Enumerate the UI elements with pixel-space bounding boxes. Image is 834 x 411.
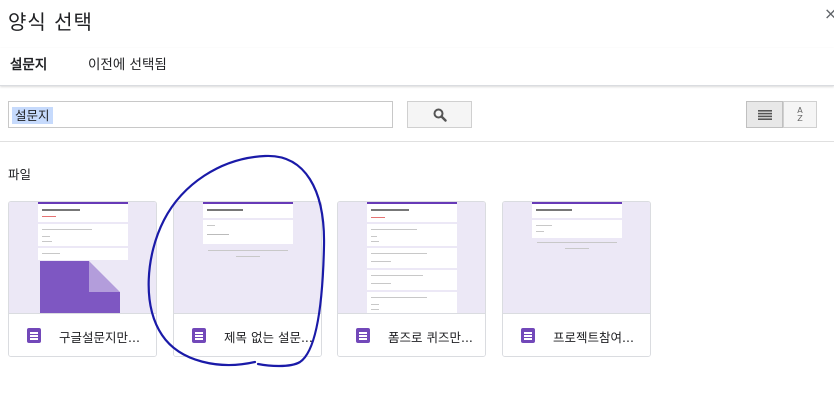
search-input[interactable]: 설문지	[8, 101, 393, 128]
file-card[interactable]: 제목 없는 설문...	[173, 201, 322, 357]
tab-surveys[interactable]: 설문지	[10, 53, 47, 73]
tab-previously-selected[interactable]: 이전에 선택됨	[88, 53, 167, 73]
dialog-title: 양식 선택	[8, 10, 93, 34]
file-name: 구글설문지만...	[59, 330, 140, 345]
form-picker-dialog: 양식 선택 × 설문지 이전에 선택됨 설문지 A Z 파일 구글설문지만...…	[0, 0, 834, 411]
google-forms-icon	[521, 328, 535, 343]
tab-bar: 설문지 이전에 선택됨	[0, 48, 834, 86]
google-forms-icon	[192, 328, 206, 343]
file-name: 제목 없는 설문...	[224, 330, 313, 345]
file-card[interactable]: 구글설문지만...	[8, 201, 157, 357]
search-input-value: 설문지	[12, 107, 53, 124]
list-view-button[interactable]	[746, 101, 783, 128]
section-label-files: 파일	[8, 167, 32, 182]
file-card[interactable]: 폼즈로 퀴즈만...	[337, 201, 486, 357]
file-thumbnail	[9, 202, 156, 313]
search-icon	[433, 108, 447, 122]
toolbar: 설문지 A Z	[0, 86, 834, 142]
file-thumbnail	[174, 202, 321, 313]
list-view-icon	[757, 109, 772, 120]
google-forms-icon	[27, 328, 41, 343]
search-button[interactable]	[407, 101, 472, 128]
file-thumbnail	[503, 202, 650, 313]
file-name: 폼즈로 퀴즈만...	[388, 330, 473, 345]
file-thumbnail	[338, 202, 485, 313]
file-name: 프로젝트참여...	[553, 330, 634, 345]
sort-button[interactable]: A Z	[783, 101, 817, 128]
file-card[interactable]: 프로젝트참여...	[502, 201, 651, 357]
close-icon[interactable]: ×	[824, 4, 834, 23]
sort-az-icon: A Z	[797, 105, 803, 123]
google-forms-icon	[356, 328, 370, 343]
